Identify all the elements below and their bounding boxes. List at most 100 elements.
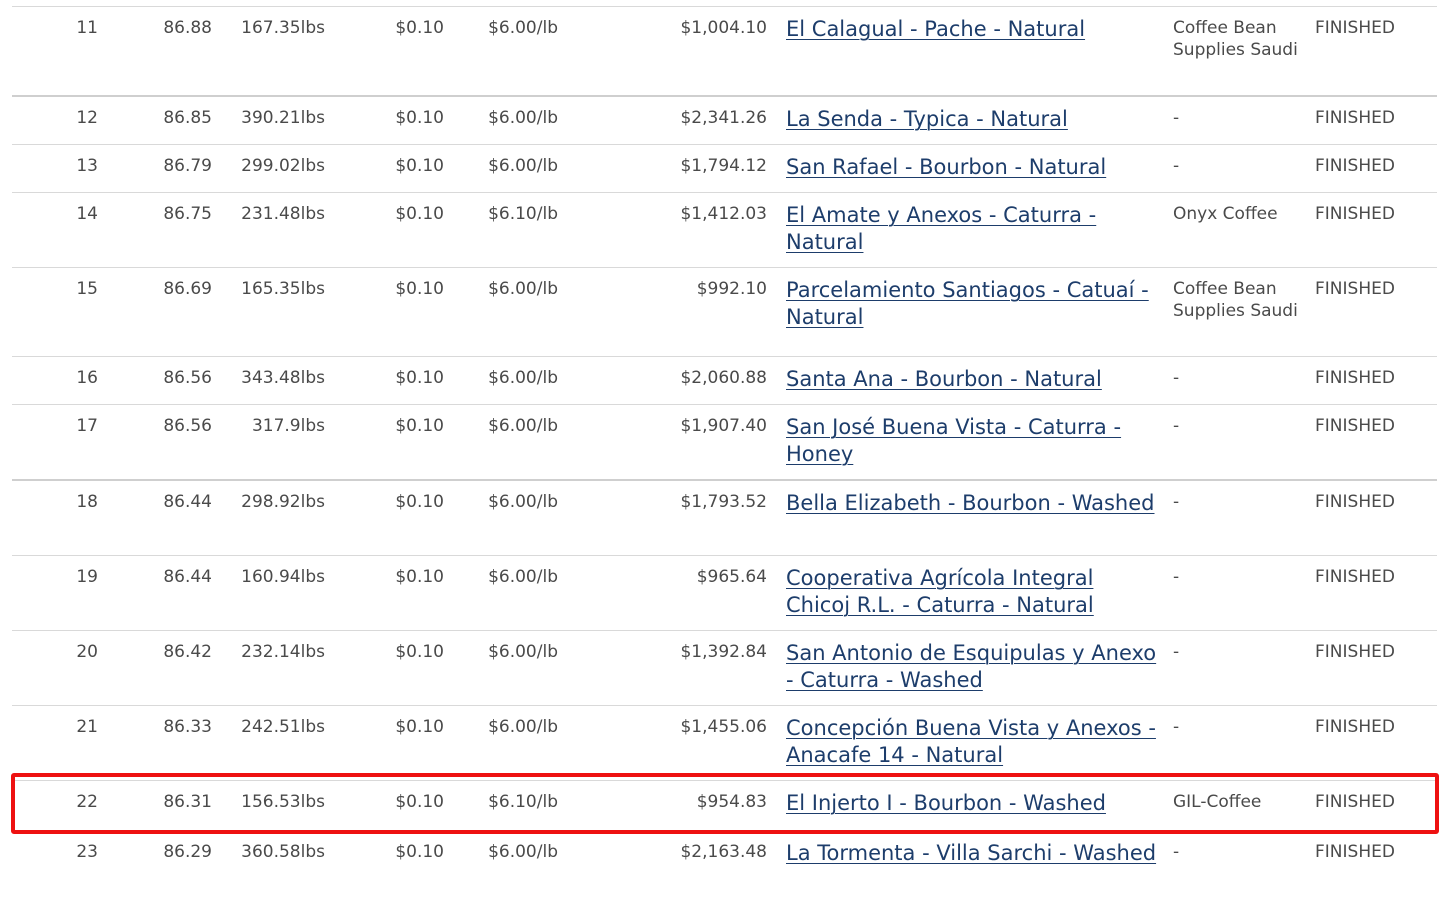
price-per-lb-cell: $6.00/lb <box>488 416 558 436</box>
price-per-lb-cell: $6.00/lb <box>488 279 558 299</box>
status-cell: FINISHED <box>1315 368 1395 388</box>
weight-cell: 299.02lbs <box>241 156 325 176</box>
buyer-cell: Onyx Coffee <box>1173 204 1278 224</box>
weight-cell: 160.94lbs <box>241 567 325 587</box>
buyer-cell: - <box>1173 156 1180 176</box>
score-cell: 86.29 <box>163 842 212 862</box>
farm-cell: Bella Elizabeth - Bourbon - Washed <box>786 490 1158 517</box>
farm-cell: San José Buena Vista - Caturra - Honey <box>786 414 1158 468</box>
table-row: 16 86.56 343.48lbs $0.10 $6.00/lb $2,060… <box>12 356 1437 404</box>
total-value-cell: $1,412.03 <box>680 204 767 224</box>
table-row: 17 86.56 317.9lbs $0.10 $6.00/lb $1,907.… <box>12 404 1437 479</box>
farm-cell: San Antonio de Esquipulas y Anexo - Catu… <box>786 640 1158 694</box>
bid-increment-cell: $0.10 <box>395 108 444 128</box>
rank-cell: 13 <box>76 156 98 176</box>
farm-cell: Cooperativa Agrícola Integral Chicoj R.L… <box>786 565 1158 619</box>
rank-cell: 12 <box>76 108 98 128</box>
farm-cell: El Calagual - Pache - Natural <box>786 16 1158 43</box>
score-cell: 86.31 <box>163 792 212 812</box>
total-value-cell: $992.10 <box>696 279 767 299</box>
farm-link[interactable]: El Injerto I - Bourbon - Washed <box>786 791 1106 815</box>
farm-link[interactable]: La Senda - Typica - Natural <box>786 107 1068 131</box>
farm-link[interactable]: Concepción Buena Vista y Anexos - Anacaf… <box>786 716 1156 767</box>
weight-cell: 242.51lbs <box>241 717 325 737</box>
score-cell: 86.85 <box>163 108 212 128</box>
buyer-cell: - <box>1173 416 1180 436</box>
auction-results-table: 11 86.88 167.35lbs $0.10 $6.00/lb $1,004… <box>12 6 1437 905</box>
farm-cell: San Rafael - Bourbon - Natural <box>786 154 1158 181</box>
price-per-lb-cell: $6.10/lb <box>488 792 558 812</box>
price-per-lb-cell: $6.00/lb <box>488 18 558 38</box>
farm-link[interactable]: San Antonio de Esquipulas y Anexo - Catu… <box>786 641 1156 692</box>
farm-cell: Santa Ana - Bourbon - Natural <box>786 366 1158 393</box>
farm-cell: La Tormenta - Villa Sarchi - Washed <box>786 840 1158 867</box>
price-per-lb-cell: $6.00/lb <box>488 567 558 587</box>
total-value-cell: $1,004.10 <box>680 18 767 38</box>
score-cell: 86.79 <box>163 156 212 176</box>
status-cell: FINISHED <box>1315 204 1395 224</box>
total-value-cell: $1,907.40 <box>680 416 767 436</box>
total-value-cell: $1,794.12 <box>680 156 767 176</box>
total-value-cell: $1,455.06 <box>680 717 767 737</box>
score-cell: 86.33 <box>163 717 212 737</box>
farm-link[interactable]: Bella Elizabeth - Bourbon - Washed <box>786 491 1155 515</box>
farm-link[interactable]: San José Buena Vista - Caturra - Honey <box>786 415 1121 466</box>
price-per-lb-cell: $6.00/lb <box>488 842 558 862</box>
score-cell: 86.75 <box>163 204 212 224</box>
bid-increment-cell: $0.10 <box>395 18 444 38</box>
buyer-cell: - <box>1173 567 1180 587</box>
price-per-lb-cell: $6.00/lb <box>488 368 558 388</box>
bid-increment-cell: $0.10 <box>395 492 444 512</box>
farm-link[interactable]: Cooperativa Agrícola Integral Chicoj R.L… <box>786 566 1094 617</box>
buyer-cell: - <box>1173 368 1180 388</box>
status-cell: FINISHED <box>1315 492 1395 512</box>
bid-increment-cell: $0.10 <box>395 416 444 436</box>
farm-cell: El Injerto I - Bourbon - Washed <box>786 790 1158 817</box>
table-row: 15 86.69 165.35lbs $0.10 $6.00/lb $992.1… <box>12 267 1437 356</box>
total-value-cell: $2,341.26 <box>680 108 767 128</box>
rank-cell: 19 <box>76 567 98 587</box>
rank-cell: 16 <box>76 368 98 388</box>
weight-cell: 390.21lbs <box>241 108 325 128</box>
price-per-lb-cell: $6.00/lb <box>488 642 558 662</box>
price-per-lb-cell: $6.00/lb <box>488 717 558 737</box>
table-row: 14 86.75 231.48lbs $0.10 $6.10/lb $1,412… <box>12 192 1437 267</box>
farm-link[interactable]: El Calagual - Pache - Natural <box>786 17 1085 41</box>
status-cell: FINISHED <box>1315 156 1395 176</box>
farm-link[interactable]: Santa Ana - Bourbon - Natural <box>786 367 1102 391</box>
rank-cell: 18 <box>76 492 98 512</box>
buyer-cell: - <box>1173 842 1180 862</box>
rank-cell: 11 <box>76 18 98 38</box>
rank-cell: 22 <box>76 792 98 812</box>
weight-cell: 232.14lbs <box>241 642 325 662</box>
score-cell: 86.69 <box>163 279 212 299</box>
farm-cell: Parcelamiento Santiagos - Catuaí - Natur… <box>786 277 1158 331</box>
total-value-cell: $1,392.84 <box>680 642 767 662</box>
bid-increment-cell: $0.10 <box>395 842 444 862</box>
farm-link[interactable]: La Tormenta - Villa Sarchi - Washed <box>786 841 1156 865</box>
status-cell: FINISHED <box>1315 18 1395 38</box>
farm-link[interactable]: San Rafael - Bourbon - Natural <box>786 155 1106 179</box>
total-value-cell: $954.83 <box>696 792 767 812</box>
buyer-cell: - <box>1173 108 1180 128</box>
rank-cell: 17 <box>76 416 98 436</box>
farm-link[interactable]: Parcelamiento Santiagos - Catuaí - Natur… <box>786 278 1149 329</box>
weight-cell: 231.48lbs <box>241 204 325 224</box>
weight-cell: 317.9lbs <box>251 416 325 436</box>
farm-link[interactable]: El Amate y Anexos - Caturra - Natural <box>786 203 1096 254</box>
total-value-cell: $965.64 <box>696 567 767 587</box>
price-per-lb-cell: $6.00/lb <box>488 492 558 512</box>
table-row: 12 86.85 390.21lbs $0.10 $6.00/lb $2,341… <box>12 95 1437 144</box>
buyer-cell: - <box>1173 642 1180 662</box>
weight-cell: 156.53lbs <box>241 792 325 812</box>
bid-increment-cell: $0.10 <box>395 156 444 176</box>
table-row: 19 86.44 160.94lbs $0.10 $6.00/lb $965.6… <box>12 555 1437 630</box>
rank-cell: 23 <box>76 842 98 862</box>
rank-cell: 21 <box>76 717 98 737</box>
status-cell: FINISHED <box>1315 108 1395 128</box>
buyer-cell: - <box>1173 492 1180 512</box>
status-cell: FINISHED <box>1315 717 1395 737</box>
buyer-cell: Coffee Bean Supplies Saudi <box>1173 279 1298 321</box>
table-row: 21 86.33 242.51lbs $0.10 $6.00/lb $1,455… <box>12 705 1437 780</box>
status-cell: FINISHED <box>1315 279 1395 299</box>
